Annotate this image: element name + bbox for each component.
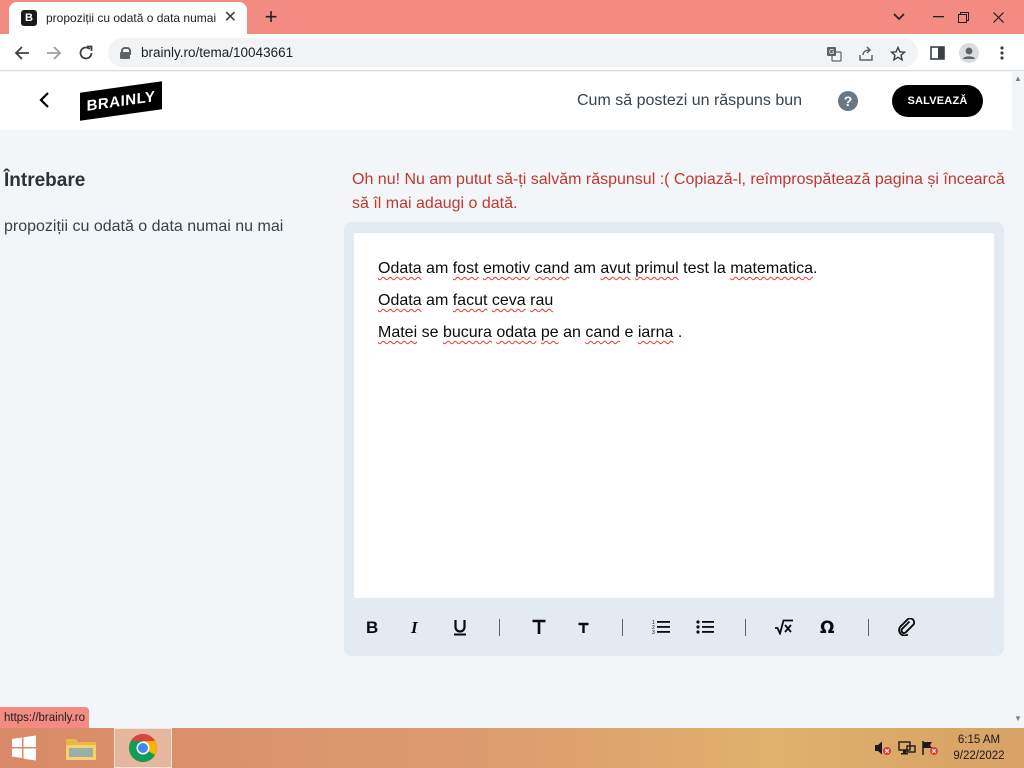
heading-small-icon[interactable] — [571, 615, 595, 639]
windows-taskbar: 6:15 AM 9/22/2022 — [0, 728, 1024, 768]
system-clock[interactable]: 6:15 AM 9/22/2022 — [944, 732, 1014, 764]
status-url: https://brainly.ro — [0, 707, 89, 728]
answer-textarea[interactable]: Odata am fost emotiv cand am avut primul… — [354, 233, 994, 598]
svg-text:G: G — [829, 49, 834, 56]
profile-avatar-icon[interactable] — [958, 42, 980, 64]
window-close-button[interactable] — [966, 0, 1024, 34]
svg-text:B: B — [366, 619, 378, 635]
browser-toolbar: brainly.ro/tema/10043661 G — [0, 34, 1024, 71]
editor-line: Matei se bucura odata pe an cand e iarna… — [378, 324, 683, 341]
equation-icon[interactable] — [772, 615, 796, 639]
brainly-logo[interactable]: BRAINLY — [80, 81, 162, 121]
new-tab-button[interactable]: + — [258, 4, 284, 30]
side-panel-icon[interactable] — [926, 42, 948, 64]
svg-text:Ω: Ω — [820, 619, 834, 635]
tab-close-icon[interactable]: ✕ — [224, 10, 237, 26]
chrome-menu-icon[interactable] — [991, 42, 1013, 64]
site-header: BRAINLY Cum să postezi un răspuns bun ? … — [0, 72, 1024, 130]
formatting-toolbar: B I 123 Ω — [344, 612, 1004, 642]
error-message: Oh nu! Nu am putut să-ți salvăm răspunsu… — [352, 171, 1005, 212]
special-characters-icon[interactable]: Ω — [816, 615, 840, 639]
reload-icon[interactable] — [73, 40, 99, 66]
brainly-favicon-icon: B — [21, 10, 37, 26]
svg-text:3: 3 — [652, 630, 655, 635]
page-scrollbar[interactable] — [1012, 72, 1024, 728]
lock-icon[interactable] — [120, 46, 131, 59]
action-center-flag-icon[interactable] — [921, 740, 939, 756]
question-text: propoziții cu odată o data numai nu mai — [4, 218, 284, 235]
tab-title: propoziții cu odată o data numai nu mai … — [46, 11, 220, 25]
heading-large-icon[interactable] — [527, 615, 551, 639]
back-chevron-icon[interactable] — [34, 89, 56, 111]
share-icon[interactable] — [857, 45, 875, 63]
toolbar-separator — [622, 619, 623, 636]
clock-date: 9/22/2022 — [953, 750, 1005, 762]
save-button[interactable]: SALVEAZĂ — [892, 85, 983, 117]
editor-line: Odata am fost emotiv cand am avut primul… — [378, 260, 818, 277]
browser-tab[interactable]: B propoziții cu odată o data numai nu ma… — [9, 2, 247, 34]
windows-start-icon[interactable] — [0, 728, 48, 768]
back-arrow-icon[interactable] — [9, 40, 35, 66]
howto-answer-link[interactable]: Cum să postezi un răspuns bun — [577, 92, 802, 110]
bulleted-list-icon[interactable] — [693, 615, 717, 639]
italic-icon[interactable]: I — [404, 615, 428, 639]
url-text: brainly.ro/tema/10043661 — [141, 45, 294, 60]
toolbar-separator — [868, 619, 869, 636]
answer-editor: Odata am fost emotiv cand am avut primul… — [344, 222, 1004, 656]
translate-icon[interactable]: G — [825, 45, 843, 63]
volume-muted-icon[interactable] — [874, 740, 892, 756]
bold-icon[interactable]: B — [360, 615, 384, 639]
help-icon[interactable]: ? — [838, 91, 858, 111]
editor-line: Odata am facut ceva rau — [378, 292, 554, 309]
question-heading: Întrebare — [4, 170, 86, 191]
chrome-taskbar-icon[interactable] — [114, 728, 172, 768]
network-icon[interactable] — [898, 740, 916, 756]
file-explorer-icon[interactable] — [58, 728, 104, 768]
clock-time: 6:15 AM — [957, 734, 1001, 746]
toolbar-separator — [745, 619, 746, 636]
scroll-up-arrow-icon[interactable]: ▲ — [1014, 74, 1022, 83]
toolbar-separator — [499, 619, 500, 636]
scroll-down-arrow-icon[interactable]: ▼ — [1014, 714, 1022, 723]
address-bar[interactable]: brainly.ro/tema/10043661 G — [108, 38, 918, 67]
numbered-list-icon[interactable]: 123 — [649, 615, 673, 639]
browser-tab-strip: B propoziții cu odată o data numai nu ma… — [0, 0, 1024, 34]
svg-text:I: I — [410, 619, 419, 635]
forward-arrow-icon[interactable] — [41, 40, 67, 66]
attachment-icon[interactable] — [895, 615, 919, 639]
underline-icon[interactable] — [448, 615, 472, 639]
bookmark-star-icon[interactable] — [889, 45, 907, 63]
